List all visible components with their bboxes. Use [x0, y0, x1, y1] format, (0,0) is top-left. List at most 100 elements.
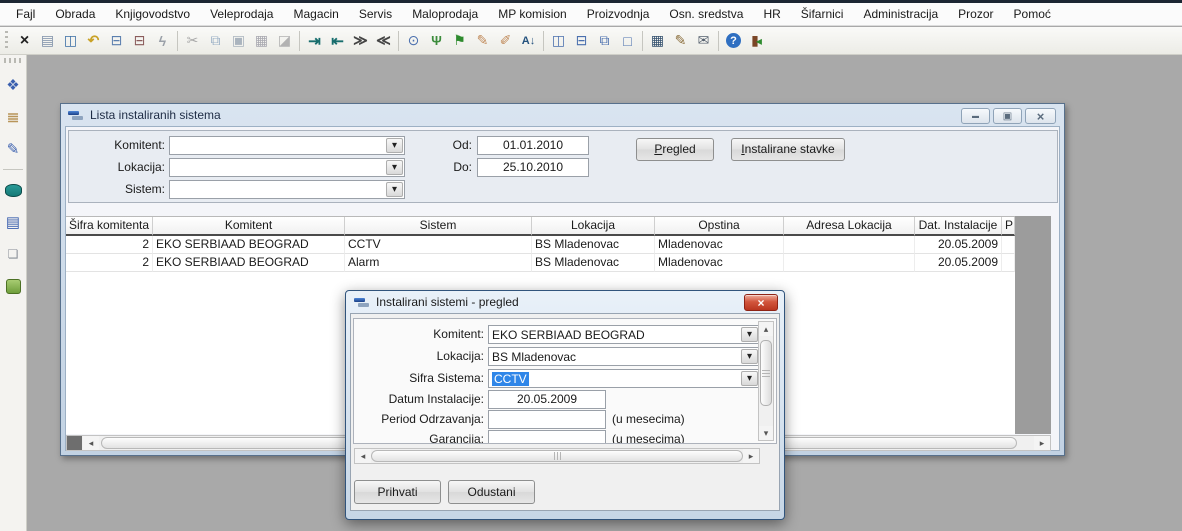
database-icon[interactable]	[2, 179, 24, 201]
lokacija-combobox[interactable]: BS Mladenovac	[488, 347, 760, 366]
pregled-button[interactable]: Pregled	[636, 138, 714, 161]
sort-az-icon[interactable]	[517, 29, 540, 52]
last-record-icon[interactable]	[303, 29, 326, 52]
edit-icon[interactable]	[471, 29, 494, 52]
period-odrzavanja-field[interactable]	[488, 410, 606, 429]
komitent-combobox[interactable]	[169, 136, 405, 155]
odustani-button[interactable]: Odustani	[448, 480, 535, 504]
email-icon[interactable]	[692, 29, 715, 52]
restore-button[interactable]	[993, 108, 1022, 124]
column-header-adresa-lokacija[interactable]: Adresa Lokacija	[784, 217, 915, 236]
menu-item-pomoc[interactable]: Pomoć	[1004, 3, 1061, 25]
scroll-right-icon[interactable]: ▸	[743, 449, 759, 463]
do-date-field[interactable]: 25.10.2010	[477, 158, 589, 177]
scroll-left-icon[interactable]: ◂	[83, 436, 99, 450]
tile-horizontal-icon[interactable]	[570, 29, 593, 52]
menu-item-osn-sredstva[interactable]: Osn. sredstva	[659, 3, 753, 25]
sistem-combobox[interactable]	[169, 180, 405, 199]
flag-icon[interactable]	[448, 29, 471, 52]
cut-icon[interactable]	[181, 29, 204, 52]
chevron-down-icon[interactable]	[741, 371, 758, 386]
menu-item-magacin[interactable]: Magacin	[283, 3, 348, 25]
prihvati-button[interactable]: Prihvati	[354, 480, 441, 504]
edit-multi-icon[interactable]	[494, 29, 517, 52]
column-header-opstina[interactable]: Opstina	[655, 217, 784, 236]
notebook-icon[interactable]	[2, 275, 24, 297]
column-header-p[interactable]: P	[1002, 217, 1015, 236]
save-icon[interactable]	[36, 29, 59, 52]
copy-icon[interactable]	[204, 29, 227, 52]
menu-item-proizvodnja[interactable]: Proizvodnja	[577, 3, 660, 25]
copy-small-icon[interactable]	[2, 243, 24, 265]
column-header-sistem[interactable]: Sistem	[345, 217, 532, 236]
paste-icon[interactable]	[227, 29, 250, 52]
dialog-vertical-scrollbar[interactable]: ▴ ▾	[758, 321, 774, 441]
print-preview-icon[interactable]	[59, 29, 82, 52]
lokacija-combobox[interactable]	[169, 158, 405, 177]
undo-icon[interactable]	[82, 29, 105, 52]
scroll-left-icon[interactable]: ◂	[355, 449, 371, 463]
chevron-down-icon[interactable]	[386, 160, 403, 175]
next-record-icon[interactable]	[349, 29, 372, 52]
eraser-icon[interactable]	[273, 29, 296, 52]
exit-icon[interactable]	[745, 29, 768, 52]
dialog-horizontal-scrollbar[interactable]: ◂ ▸	[354, 448, 760, 464]
tree-view-icon[interactable]	[425, 29, 448, 52]
instalirane-stavke-button[interactable]: Instalirane stavke	[731, 138, 845, 161]
zoom-icon[interactable]	[402, 29, 425, 52]
komitent-combobox[interactable]: EKO SERBIAAD BEOGRAD	[488, 325, 760, 344]
tile-vertical-icon[interactable]	[547, 29, 570, 52]
menu-item-knjigovodstvo[interactable]: Knjigovodstvo	[105, 3, 200, 25]
print-icon[interactable]	[105, 29, 128, 52]
dialog-close-button[interactable]	[744, 294, 778, 311]
minimize-button[interactable]	[961, 108, 990, 124]
print-setup-icon[interactable]	[128, 29, 151, 52]
column-header-lokacija[interactable]: Lokacija	[532, 217, 655, 236]
close-icon[interactable]	[13, 29, 36, 52]
scroll-up-icon[interactable]: ▴	[759, 322, 773, 336]
scrollbar-thumb[interactable]	[371, 450, 743, 462]
documents-icon[interactable]	[2, 74, 24, 96]
ledger-icon[interactable]	[2, 138, 24, 160]
scrollbar-thumb[interactable]	[760, 340, 772, 406]
close-button[interactable]	[1025, 108, 1056, 124]
menu-item-veleprodaja[interactable]: Veleprodaja	[200, 3, 283, 25]
first-record-icon[interactable]	[326, 29, 349, 52]
garancija-field[interactable]	[488, 430, 606, 444]
table-row[interactable]: 2 EKO SERBIAAD BEOGRAD Alarm BS Mladenov…	[66, 254, 1015, 272]
chevron-down-icon[interactable]	[386, 138, 403, 153]
scroll-right-icon[interactable]: ▸	[1034, 436, 1050, 450]
menu-item-prozor[interactable]: Prozor	[948, 3, 1003, 25]
chevron-down-icon[interactable]	[386, 182, 403, 197]
help-icon[interactable]	[726, 33, 741, 48]
new-window-icon[interactable]	[616, 29, 639, 52]
cascade-windows-icon[interactable]	[593, 29, 616, 52]
column-header-komitent[interactable]: Komitent	[153, 217, 345, 236]
scroll-down-icon[interactable]: ▾	[759, 426, 773, 440]
menu-item-hr[interactable]: HR	[753, 3, 790, 25]
sifra-sistema-combobox[interactable]: CCTV	[488, 369, 760, 388]
previous-record-icon[interactable]	[372, 29, 395, 52]
chevron-down-icon[interactable]	[741, 349, 758, 364]
menu-item-administracija[interactable]: Administracija	[853, 3, 948, 25]
column-header-dat-instalacije[interactable]: Dat. Instalacije	[915, 217, 1002, 236]
main-window-titlebar[interactable]: Lista instaliranih sistema	[61, 104, 1064, 126]
od-date-field[interactable]: 01.01.2010	[477, 136, 589, 155]
lightning-icon[interactable]	[151, 29, 174, 52]
menu-item-mp-komision[interactable]: MP komision	[488, 3, 576, 25]
dialog-titlebar[interactable]: Instalirani sistemi - pregled	[346, 291, 784, 313]
menu-item-servis[interactable]: Servis	[349, 3, 402, 25]
menu-item-sifarnici[interactable]: Šifarnici	[791, 3, 854, 25]
table-row[interactable]: 2 EKO SERBIAAD BEOGRAD CCTV BS Mladenova…	[66, 236, 1015, 254]
edit-document-icon[interactable]	[669, 29, 692, 52]
datum-instalacije-field[interactable]: 20.05.2009	[488, 390, 606, 409]
column-header-sifra-komitenta[interactable]: Šifra komitenta	[66, 217, 153, 236]
list-icon[interactable]	[2, 211, 24, 233]
menu-item-maloprodaja[interactable]: Maloprodaja	[402, 3, 488, 25]
invoice-icon[interactable]	[2, 106, 24, 128]
calculator-icon[interactable]	[646, 29, 669, 52]
chevron-down-icon[interactable]	[741, 327, 758, 342]
menu-item-fajl[interactable]: Fajl	[6, 3, 45, 25]
menu-item-obrada[interactable]: Obrada	[45, 3, 105, 25]
film-icon[interactable]	[250, 29, 273, 52]
